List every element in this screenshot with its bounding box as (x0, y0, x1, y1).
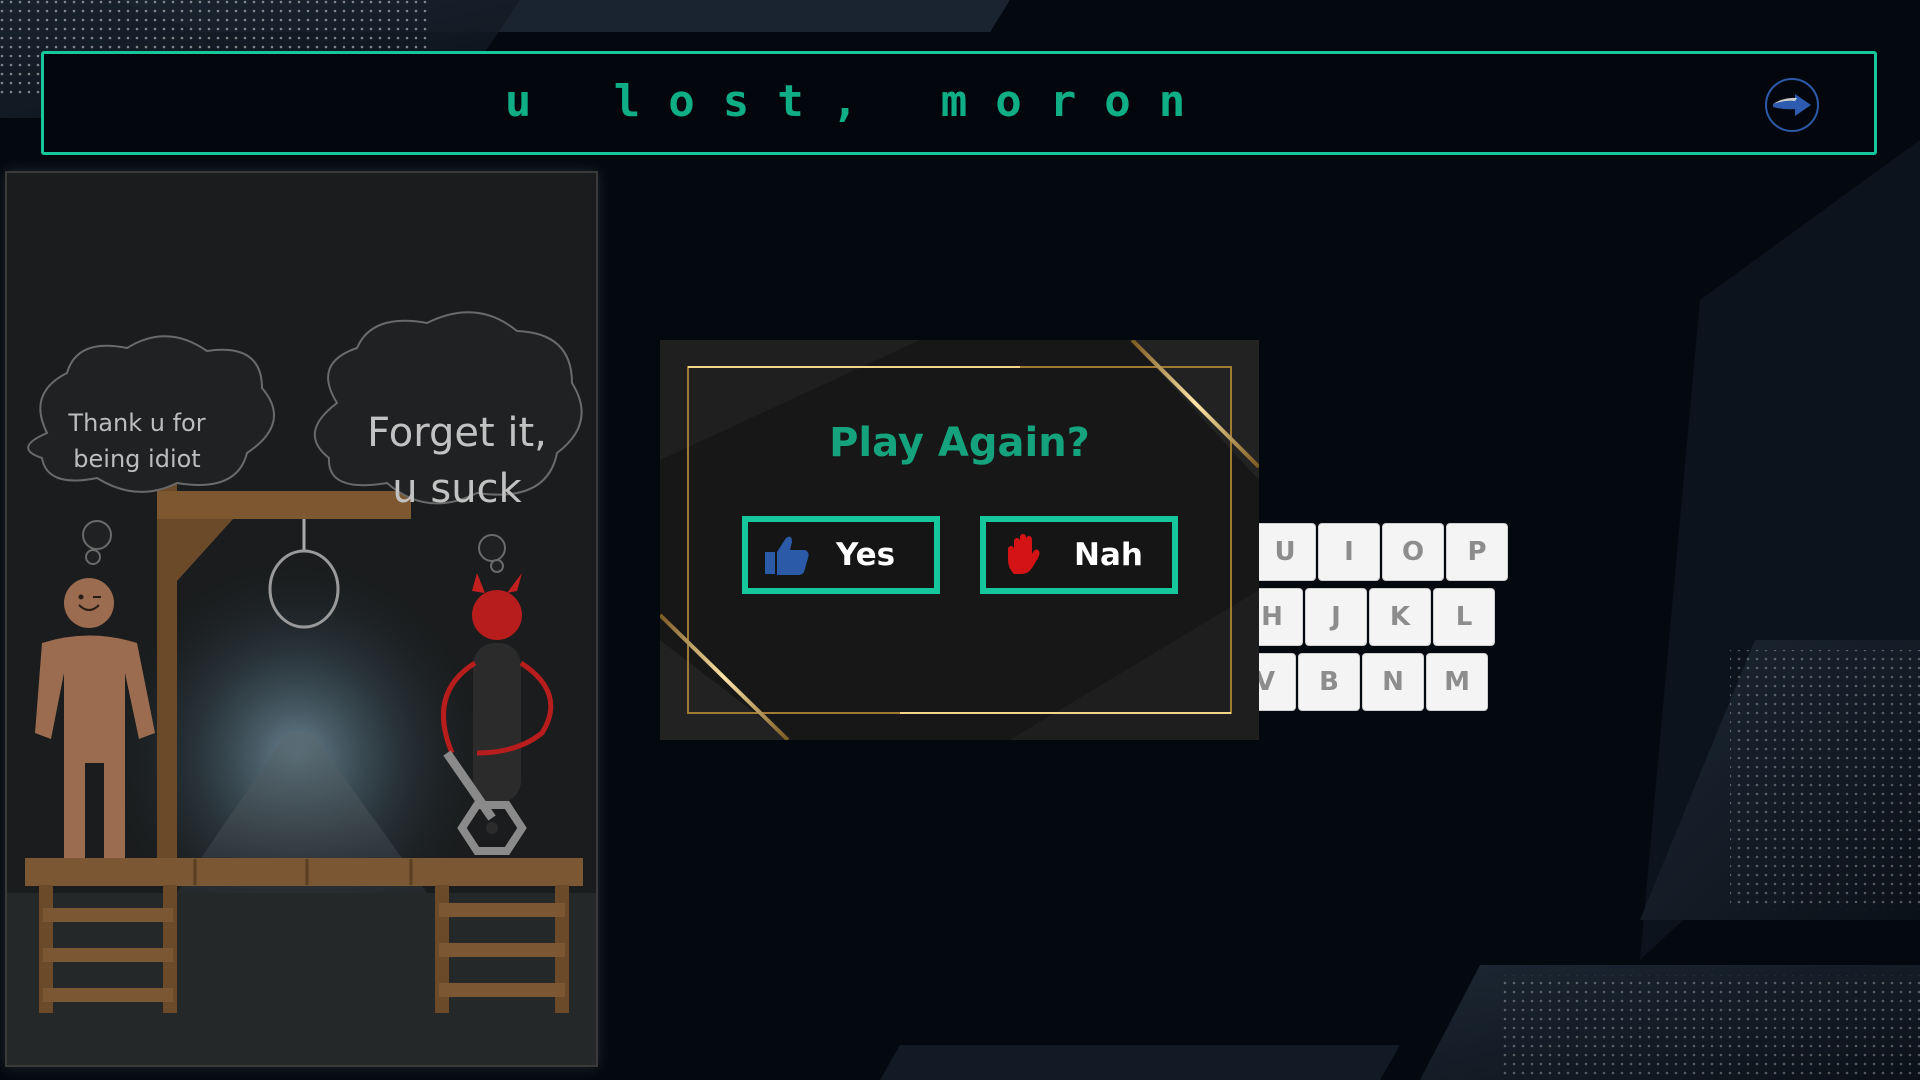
thought-bubble-right: Forget it, u suck (347, 405, 567, 517)
key[interactable]: L (1433, 588, 1495, 646)
key[interactable]: I (1318, 523, 1380, 581)
key[interactable]: J (1305, 588, 1367, 646)
key[interactable]: O (1382, 523, 1444, 581)
bubble-right-line: Forget it, (367, 410, 547, 456)
result-banner: u lost, moron (41, 51, 1877, 155)
dialog-title: Play Again? (829, 420, 1090, 466)
keyboard-row-3: V B N M (1234, 653, 1488, 711)
bubble-left-line: being idiot (73, 445, 201, 473)
bubble-right-line: u suck (392, 466, 522, 512)
stop-hand-icon (1008, 534, 1040, 574)
thought-bubble-left: Thank u for being idiot (47, 405, 227, 477)
nah-button[interactable]: Nah (980, 516, 1178, 594)
nah-label: Nah (1074, 537, 1143, 573)
key[interactable]: N (1362, 653, 1424, 711)
yes-label: Yes (836, 537, 896, 573)
thumbs-up-icon (765, 536, 809, 575)
key[interactable]: M (1426, 653, 1488, 711)
gallows-scene: Thank u for being idiot Forget it, u suc… (5, 171, 598, 1067)
next-button[interactable] (1765, 78, 1819, 132)
key[interactable]: P (1446, 523, 1508, 581)
play-again-dialog: Play Again? Yes Nah (660, 340, 1259, 740)
scene-illustration (7, 311, 596, 1065)
result-message: u lost, moron (504, 76, 1214, 127)
yes-button[interactable]: Yes (742, 516, 940, 594)
key[interactable]: B (1298, 653, 1360, 711)
bubble-left-line: Thank u for (68, 409, 206, 437)
key[interactable]: U (1254, 523, 1316, 581)
key[interactable]: K (1369, 588, 1431, 646)
arrow-right-icon (1773, 94, 1811, 116)
